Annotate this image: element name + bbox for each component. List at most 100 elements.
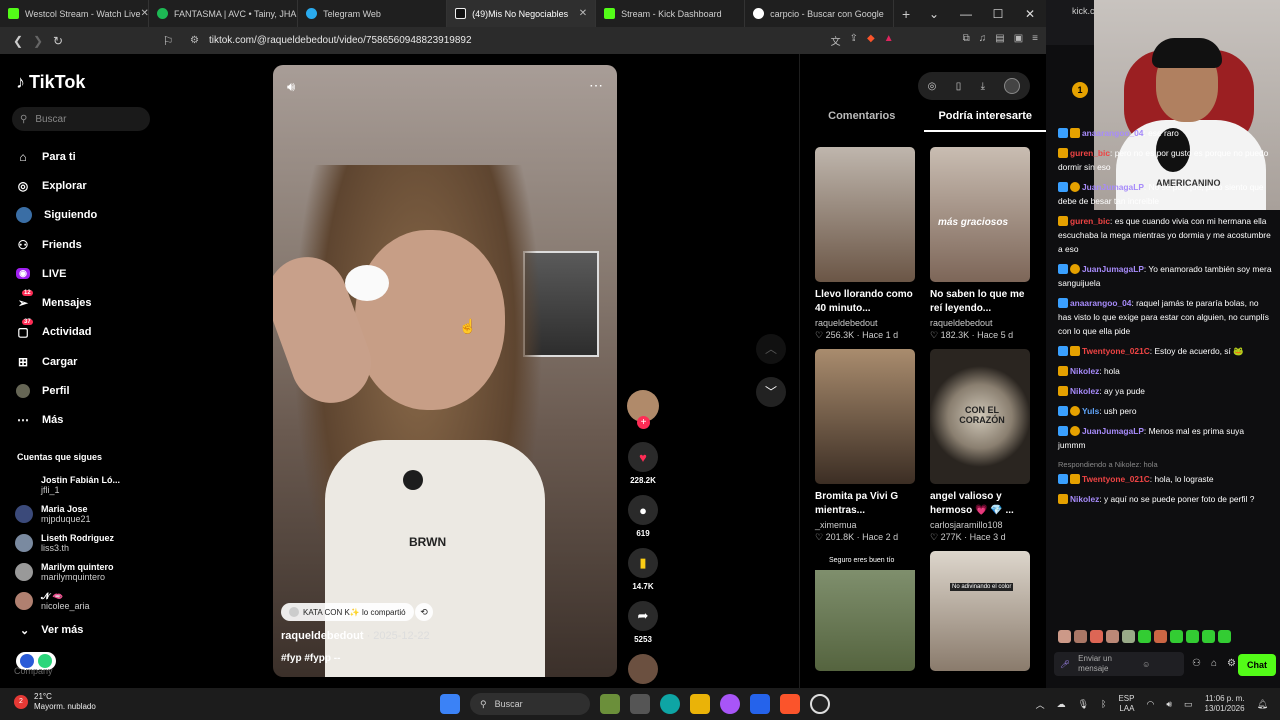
maximize-icon[interactable]: ☐ — [982, 7, 1014, 21]
previous-video-button[interactable]: ︿ — [756, 334, 786, 364]
bookmark-icon[interactable]: ⚐ — [158, 34, 178, 48]
emote-icon[interactable] — [1154, 630, 1167, 643]
close-window-icon[interactable]: ✕ — [1014, 7, 1046, 21]
obs-icon[interactable] — [810, 694, 830, 714]
compass-icon[interactable]: ◎ — [928, 81, 937, 92]
volume-icon[interactable]: 🔊︎ — [1166, 699, 1172, 710]
ver-mas-button[interactable]: ⌄ Ver más — [20, 624, 83, 637]
like-button[interactable]: ♥ — [628, 442, 658, 472]
suggestion-card[interactable]: Bromita pa Vivi G mientras... _ximemua ♡… — [815, 349, 915, 543]
nav-item-live[interactable]: ◉ LIVE — [16, 259, 97, 288]
site-settings-icon[interactable]: ⚙ — [190, 35, 199, 46]
browser-tab[interactable]: FANTASMA | AVC • Tainy, JHA — [149, 0, 299, 27]
microphone-icon[interactable]: 🎙︎ — [1078, 699, 1089, 710]
users-icon[interactable]: ⚇ — [1192, 658, 1201, 669]
music-disc-icon[interactable] — [628, 654, 658, 684]
emote-icon[interactable] — [1202, 630, 1215, 643]
minimize-icon[interactable]: — — [950, 7, 982, 21]
following-item[interactable]: Jostin Fabián Ló... jfli_1 — [15, 470, 120, 499]
comment-button[interactable]: ● — [628, 495, 658, 525]
video-player[interactable]: BRWN 🔊︎ ⋯ KATA CON K✨ lo compartió ⟲ raq… — [273, 65, 617, 677]
browser-tab[interactable]: Telegram Web — [298, 0, 448, 27]
nav-item-para-ti[interactable]: ⌂ Para ti — [16, 142, 97, 171]
close-icon[interactable]: ✕ — [141, 8, 148, 19]
emote-icon[interactable] — [1122, 630, 1135, 643]
file-explorer-icon[interactable] — [690, 694, 710, 714]
music-icon[interactable]: ♫ — [979, 33, 987, 48]
store-icon[interactable]: ⌂ — [1211, 658, 1217, 669]
avatar[interactable] — [1004, 78, 1021, 94]
microphone-icon[interactable]: 🎤︎ — [1060, 660, 1070, 669]
emote-icon[interactable] — [1058, 630, 1071, 643]
mobile-icon[interactable]: ▯ — [956, 81, 962, 92]
following-item[interactable]: 𝓝 🫦 nicolee_aria — [15, 586, 120, 615]
chevron-up-icon[interactable]: ︿ — [1036, 698, 1045, 711]
chat-input[interactable]: 🎤︎ Enviar un mensaje ☺ — [1054, 652, 1184, 676]
nav-item-mas[interactable]: ⋯ Más — [16, 406, 97, 435]
menu-icon[interactable]: ≡ — [1032, 33, 1038, 48]
video-author[interactable]: raqueldebedout · 2025-12-22 — [281, 630, 430, 642]
weather-widget[interactable]: 2 21°C Mayorm. nublado — [14, 692, 96, 712]
taskbar-search[interactable]: ⚲ Buscar — [470, 693, 590, 715]
battery-icon[interactable]: ▭ — [1184, 699, 1193, 710]
suggestion-card[interactable]: Seguro eres buen tío — [815, 551, 915, 671]
settings-icon[interactable]: ⚙ — [1227, 658, 1236, 669]
edge-icon[interactable] — [660, 694, 680, 714]
back-icon[interactable]: ❮ — [8, 34, 28, 48]
nav-item-friends[interactable]: ⚇ Friends — [16, 230, 97, 259]
creator-avatar[interactable]: + — [627, 390, 659, 429]
forward-icon[interactable]: ❯ — [28, 34, 48, 48]
extensions-icon[interactable]: ⧉ — [963, 33, 970, 48]
brave-shield-icon[interactable]: ◆ — [867, 33, 875, 48]
suggestion-card[interactable]: Llevo llorando como 40 minuto... raqueld… — [815, 147, 915, 341]
suggestion-card[interactable]: CON EL CORAZÓN angel valioso y hermoso 💗… — [930, 349, 1030, 543]
windows-start-icon[interactable] — [440, 694, 460, 714]
emoji-icon[interactable]: ☺ — [1142, 660, 1150, 669]
browser-tab[interactable]: carpcio - Buscar con Google — [745, 0, 895, 27]
emote-icon[interactable] — [1170, 630, 1183, 643]
chat-send-button[interactable]: Chat — [1238, 654, 1276, 676]
suggestion-card[interactable]: No adivinando el color — [930, 551, 1030, 671]
new-tab-button[interactable]: + — [894, 6, 918, 22]
reload-icon[interactable]: ↻ — [48, 34, 68, 48]
nav-item-actividad[interactable]: ▢ 37 Actividad — [16, 318, 97, 347]
task-view-icon[interactable] — [630, 694, 650, 714]
video-tags[interactable]: #fyp #fypp -- — [281, 653, 340, 664]
bluetooth-icon[interactable]: ᛒ — [1101, 699, 1106, 709]
emote-icon[interactable] — [1138, 630, 1151, 643]
download-icon[interactable]: ⤓ — [981, 81, 985, 92]
emote-icon[interactable] — [1090, 630, 1103, 643]
tab-comentarios[interactable]: Comentarios — [800, 110, 924, 132]
next-video-button[interactable]: ﹀ — [756, 377, 786, 407]
url-field[interactable]: tiktok.com/@raqueldebedout/video/7586560… — [209, 35, 472, 46]
volume-icon[interactable]: 🔊︎ — [287, 79, 295, 95]
save-button[interactable]: ▮ — [628, 548, 658, 578]
suggestion-card[interactable]: más graciosos No saben lo que me reí ley… — [930, 147, 1030, 341]
follow-plus-icon[interactable]: + — [637, 416, 650, 429]
wallet-icon[interactable]: ▣ — [1014, 33, 1023, 48]
close-icon[interactable]: ✕ — [579, 8, 587, 19]
more-options-icon[interactable]: ⋯ — [589, 77, 603, 94]
notification-icon[interactable]: 🔔︎ — [1257, 699, 1268, 710]
tiktok-logo[interactable]: ♪ TikTok — [16, 72, 85, 93]
wifi-icon[interactable]: ◠ — [1146, 699, 1154, 710]
search-input[interactable]: ⚲ Buscar — [12, 107, 150, 131]
emote-icon[interactable] — [1186, 630, 1199, 643]
clock[interactable]: 11:06 p. m. 13/01/2026 — [1205, 694, 1245, 714]
following-item[interactable]: Marilym quintero marilymquintero — [15, 557, 120, 586]
browser-tab[interactable]: Stream - Kick Dashboard — [596, 0, 746, 27]
onedrive-icon[interactable]: ☁ — [1057, 699, 1066, 710]
browser-tab[interactable]: Westcol Stream - Watch Live ✕ — [0, 0, 150, 27]
browser-tab-active[interactable]: (49)Mis No Negociables ✕ — [447, 0, 597, 27]
repost-icon[interactable]: ⟲ — [415, 603, 433, 621]
tab-podria-interesarte[interactable]: Podría interesarte — [923, 110, 1047, 132]
nav-item-perfil[interactable]: Perfil — [16, 376, 97, 405]
store-icon[interactable] — [750, 694, 770, 714]
following-item[interactable]: Maria Jose mjpduque21 — [15, 499, 120, 528]
nav-item-cargar[interactable]: ⊞ Cargar — [16, 347, 97, 376]
brave-icon[interactable] — [780, 694, 800, 714]
copilot-icon[interactable] — [720, 694, 740, 714]
shared-by-chip[interactable]: KATA CON K✨ lo compartió — [281, 603, 414, 621]
emote-icon[interactable] — [1106, 630, 1119, 643]
share-icon[interactable]: ⇪ — [850, 33, 858, 48]
